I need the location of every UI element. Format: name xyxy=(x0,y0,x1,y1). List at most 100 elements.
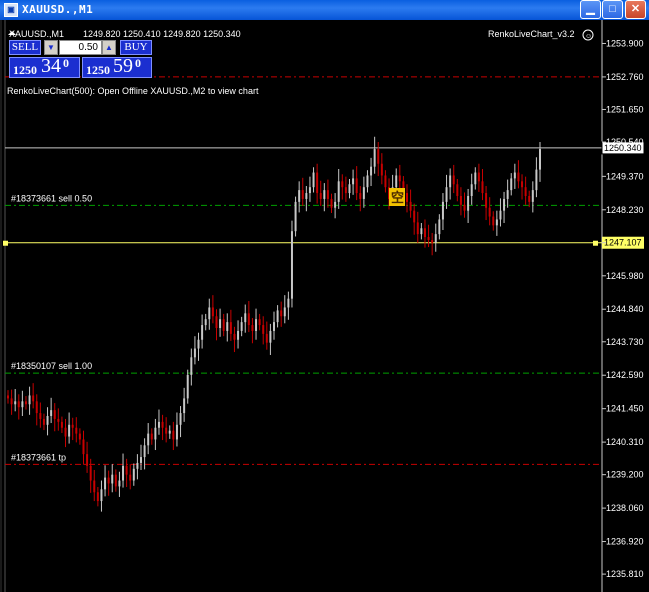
candle-body xyxy=(125,465,128,475)
tick-label: 1239.200 xyxy=(606,470,644,480)
candle-body xyxy=(290,231,293,299)
order-level-label: #18373661 tp xyxy=(11,452,66,462)
candle-body xyxy=(165,427,168,434)
tick-label: 1253.900 xyxy=(606,38,644,48)
candle-body xyxy=(499,210,502,220)
candle-body xyxy=(197,339,200,349)
candle-body xyxy=(395,175,398,188)
candle-body xyxy=(50,410,53,416)
candle-body xyxy=(481,181,484,194)
candle-body xyxy=(35,401,38,414)
buy-price-big: 59 xyxy=(113,55,133,77)
buy-button[interactable]: BUY xyxy=(120,40,152,55)
candle-body xyxy=(316,172,319,194)
candle-body xyxy=(334,201,337,208)
candle-body xyxy=(46,416,49,425)
candle-body xyxy=(287,298,290,308)
candle-body xyxy=(168,430,171,434)
close-button[interactable]: ✕ xyxy=(625,0,646,19)
order-level-label: #18350107 sell 1.00 xyxy=(11,361,92,371)
candle-body xyxy=(420,228,423,235)
lot-increase-icon[interactable]: ▲ xyxy=(102,40,116,55)
lot-size-input[interactable]: 0.50 xyxy=(59,40,102,55)
candle-body xyxy=(406,193,408,202)
candle-body xyxy=(269,330,272,343)
candle-body xyxy=(17,401,20,408)
candle-body xyxy=(528,196,531,202)
candle-body xyxy=(32,395,35,402)
candle-body xyxy=(305,193,308,199)
candle-body xyxy=(75,427,78,434)
candle-body xyxy=(308,187,311,194)
candle-body xyxy=(485,193,488,208)
candle-body xyxy=(175,424,178,440)
candle-body xyxy=(143,445,146,458)
candle-body xyxy=(122,465,125,481)
candle-body xyxy=(319,193,322,199)
crosshair-left-handle[interactable] xyxy=(3,240,8,246)
candle-body xyxy=(24,401,27,405)
candle-body xyxy=(348,184,351,194)
crosshair-right-handle[interactable] xyxy=(593,240,598,246)
candle-body xyxy=(136,462,139,469)
candle-body xyxy=(186,374,189,399)
candle-body xyxy=(229,322,232,334)
buy-price-box[interactable]: 1250 59 0 xyxy=(82,55,152,78)
candle-body xyxy=(78,433,81,440)
candle-body xyxy=(140,457,142,463)
candle-body xyxy=(68,424,71,437)
tick-label: 1250.540 xyxy=(606,137,644,147)
chart-header-symbol: XAUUSD.,M1 xyxy=(9,29,64,39)
tick-label: 1242.590 xyxy=(606,370,644,380)
candle-body xyxy=(380,163,383,176)
candle-body xyxy=(7,395,9,399)
candle-body xyxy=(467,196,470,211)
window-titlebar[interactable]: ▣ XAUUSD.,M1 ▁ □ ✕ xyxy=(0,0,649,20)
candle-body xyxy=(28,395,31,405)
candle-body xyxy=(359,193,362,199)
candle-body xyxy=(233,333,236,340)
candle-body xyxy=(64,427,67,437)
candle-body xyxy=(312,172,315,188)
candle-body xyxy=(449,175,452,188)
candle-body xyxy=(86,454,89,466)
candle-body xyxy=(21,401,24,408)
candle-body xyxy=(352,178,355,185)
candle-body xyxy=(362,187,365,199)
tick-label: 1244.840 xyxy=(606,304,644,314)
price-chart[interactable]: #18373661 sl#18373661 sell 0.50#18350107… xyxy=(0,20,649,592)
indicator-message: RenkoLiveChart(500): Open Offline XAUUSD… xyxy=(7,86,259,96)
candle-body xyxy=(211,307,214,317)
candle-body xyxy=(377,149,380,164)
candle-body xyxy=(265,333,268,343)
sell-price-box[interactable]: 1250 34 0 xyxy=(9,55,80,78)
tick-label: 1249.370 xyxy=(606,171,644,181)
candle-body xyxy=(204,319,207,326)
minimize-button[interactable]: ▁ xyxy=(580,0,601,19)
candle-body xyxy=(219,319,222,328)
candle-body xyxy=(71,424,74,428)
candle-body xyxy=(416,222,419,235)
lot-decrease-icon[interactable]: ▼ xyxy=(44,40,58,55)
tick-label: 1245.980 xyxy=(606,271,644,281)
tick-label: 1251.650 xyxy=(606,104,644,114)
candle-body xyxy=(183,398,186,414)
indicator-name: RenkoLiveChart_v3.2 xyxy=(488,29,575,39)
tick-label: 1236.920 xyxy=(606,537,644,547)
candle-body xyxy=(262,325,265,334)
candle-body xyxy=(255,319,258,331)
candle-body xyxy=(413,210,416,223)
candle-body xyxy=(409,201,412,211)
candle-body xyxy=(42,418,45,425)
sell-price-big: 34 xyxy=(41,55,61,77)
candle-body xyxy=(208,307,211,320)
maximize-button[interactable]: □ xyxy=(602,0,623,19)
candle-body xyxy=(226,322,229,331)
candle-body xyxy=(104,477,107,490)
candle-body xyxy=(459,196,462,205)
sell-button[interactable]: SELL xyxy=(9,40,41,55)
event-marker-glyph: 空 xyxy=(391,190,404,205)
candle-body xyxy=(326,190,329,199)
candle-body xyxy=(492,216,495,226)
candle-body xyxy=(114,474,117,487)
